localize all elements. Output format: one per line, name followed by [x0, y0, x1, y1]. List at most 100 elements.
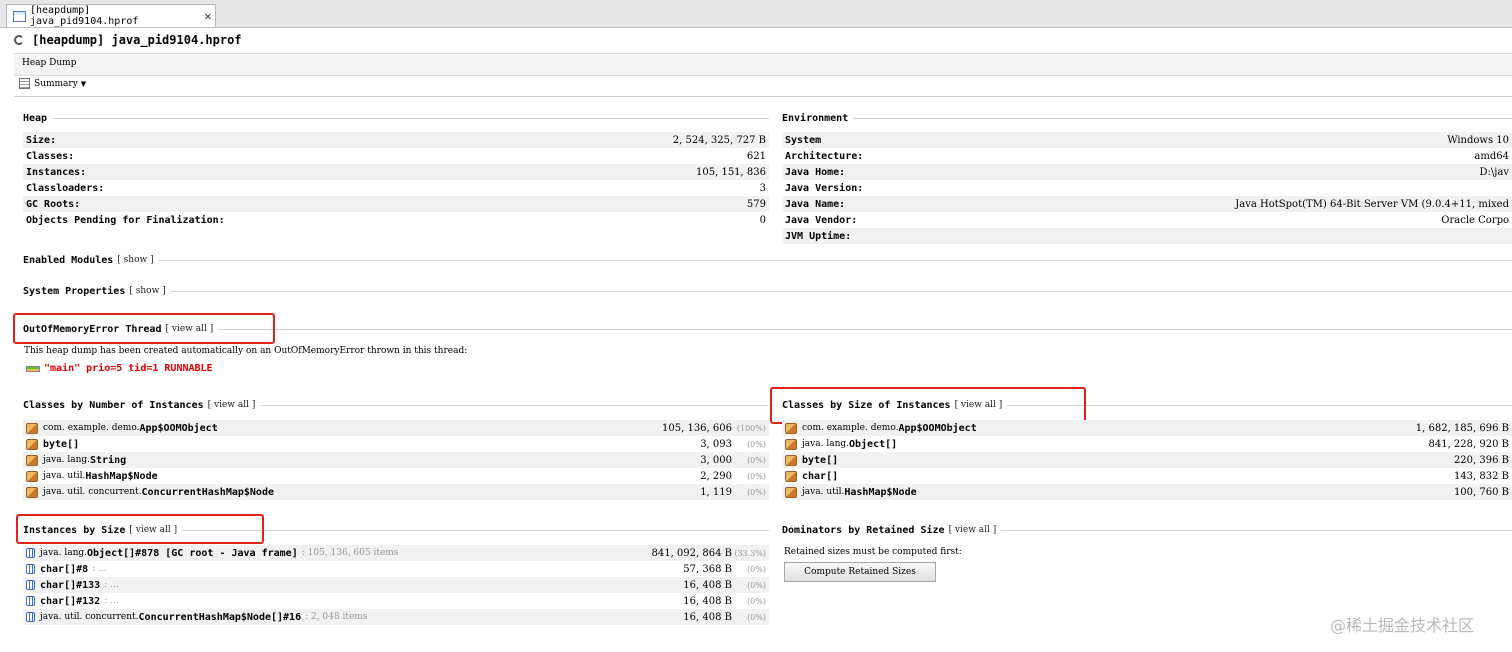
class-icon: [785, 470, 797, 482]
class-row[interactable]: char[] 143, 832 B: [782, 468, 1512, 484]
class-icon: [26, 438, 38, 450]
heap-key: Classes:: [26, 150, 75, 162]
class-name: Object[]: [849, 438, 898, 450]
heap-dump-toolbar: Heap Dump: [14, 53, 1512, 76]
instance-row[interactable]: java. util. concurrent. ConcurrentHashMa…: [23, 609, 769, 625]
instance-name: char[]#133: [40, 579, 101, 591]
class-row[interactable]: java. lang. Object[] 841, 228, 920 B: [782, 436, 1512, 452]
enabled-modules-show-link[interactable]: [ show ]: [117, 255, 153, 265]
class-name: App$OOMObject: [139, 422, 218, 434]
class-size: 220, 396 B: [1453, 454, 1509, 466]
env-value: Java HotSpot(TM) 64-Bit Server VM (9.0.4…: [1235, 198, 1509, 210]
classes-by-number-view-all-link[interactable]: [ view all ]: [208, 400, 256, 410]
environment-row: System Windows 10: [782, 132, 1512, 148]
instance-extra: : ...: [104, 580, 119, 590]
heap-section-header: Heap: [23, 111, 769, 125]
loading-spinner-icon: [14, 35, 24, 45]
array-icon: [26, 548, 35, 558]
env-key: Java Home:: [785, 166, 846, 178]
heapdump-tab-icon: [13, 10, 26, 22]
instance-name: char[]#8: [40, 563, 89, 575]
instance-extra: : ...: [92, 564, 107, 574]
heap-value: 2, 524, 325, 727 B: [672, 134, 766, 146]
instances-by-size-list: java. lang. Object[]#878 [GC root - Java…: [23, 545, 769, 625]
instance-row[interactable]: java. lang. Object[]#878 [GC root - Java…: [23, 545, 769, 561]
class-icon: [26, 486, 38, 498]
instance-row[interactable]: char[]#8: ... 57, 368 B (0%): [23, 561, 769, 577]
heap-key: GC Roots:: [26, 198, 81, 210]
class-size: 100, 760 B: [1453, 486, 1509, 498]
array-icon: [26, 612, 35, 622]
instance-percent: (0%): [747, 564, 766, 574]
heap-key: Instances:: [26, 166, 87, 178]
class-row[interactable]: java. util. HashMap$Node 2, 290 (0%): [23, 468, 769, 484]
heap-heading: Heap: [23, 112, 48, 124]
dominators-heading: Dominators by Retained Size: [782, 524, 945, 536]
class-package: com. example. demo.: [802, 423, 899, 433]
instance-package: java. util. concurrent.: [40, 612, 139, 622]
instance-percent: (0%): [747, 612, 766, 622]
instance-name: Object[]#878 [GC root - Java frame]: [87, 547, 298, 559]
class-row[interactable]: com. example. demo. App$OOMObject 105, 13…: [23, 420, 769, 436]
close-icon[interactable]: ✕: [201, 9, 215, 23]
array-icon: [26, 564, 35, 574]
instance-size: 16, 408 B: [683, 579, 732, 591]
instance-percent: (0%): [747, 580, 766, 590]
class-row[interactable]: java. util. HashMap$Node 100, 760 B: [782, 484, 1512, 500]
instance-row[interactable]: char[]#133: ... 16, 408 B (0%): [23, 577, 769, 593]
env-key: Java Name:: [785, 198, 846, 210]
classes-by-size-list: com. example. demo. App$OOMObject 1, 682,…: [782, 420, 1512, 500]
oom-thread-name: "main" prio=5 tid=1 RUNNABLE: [44, 363, 213, 374]
class-size: 143, 832 B: [1453, 470, 1509, 482]
view-toolbar: Summary ▼: [14, 74, 1512, 97]
class-row[interactable]: java. util. concurrent. ConcurrentHashMa…: [23, 484, 769, 500]
class-row[interactable]: com. example. demo. App$OOMObject 1, 682,…: [782, 420, 1512, 436]
system-properties-show-link[interactable]: [ show ]: [129, 286, 165, 296]
instance-percent: (0%): [747, 439, 766, 449]
env-key: System: [785, 134, 822, 146]
env-value: Windows 10: [1447, 134, 1509, 146]
environment-row: Java Name: Java HotSpot(TM) 64-Bit Server…: [782, 196, 1512, 212]
classes-by-number-list: com. example. demo. App$OOMObject 105, 13…: [23, 420, 769, 500]
oom-thread-link[interactable]: "main" prio=5 tid=1 RUNNABLE: [26, 363, 213, 374]
class-row[interactable]: byte[] 3, 093 (0%): [23, 436, 769, 452]
compute-retained-sizes-button[interactable]: Compute Retained Sizes: [784, 562, 936, 582]
class-row[interactable]: byte[] 220, 396 B: [782, 452, 1512, 468]
heap-value: 105, 151, 836: [696, 166, 766, 178]
heap-value: 0: [759, 214, 766, 226]
array-icon: [26, 580, 35, 590]
instance-percent: (0%): [747, 596, 766, 606]
summary-dropdown[interactable]: Summary ▼: [19, 78, 86, 89]
environment-section-header: Environment: [782, 111, 1512, 125]
class-icon: [785, 486, 797, 498]
instance-package: java. lang.: [40, 548, 87, 558]
instance-row[interactable]: char[]#132: ... 16, 408 B (0%): [23, 593, 769, 609]
system-properties-section: System Properties [ show ]: [23, 284, 1512, 298]
tab-label: [heapdump] java_pid9104.hprof: [30, 5, 139, 27]
heap-value: 621: [746, 150, 766, 162]
oom-thread-info: This heap dump has been created automati…: [24, 346, 468, 356]
class-package: java. util.: [802, 487, 845, 497]
tab-heapdump[interactable]: [heapdump] java_pid9104.hprof ✕: [6, 4, 216, 27]
class-row[interactable]: java. lang. String 3, 000 (0%): [23, 452, 769, 468]
heap-row: Size: 2, 524, 325, 727 B: [23, 132, 769, 148]
heap-row: Classloaders: 3: [23, 180, 769, 196]
heap-key: Objects Pending for Finalization:: [26, 214, 225, 226]
instance-count: 3, 093: [700, 438, 732, 450]
dominators-view-all-link[interactable]: [ view all ]: [949, 525, 997, 535]
system-properties-heading: System Properties: [23, 285, 126, 297]
class-name: App$OOMObject: [898, 422, 977, 434]
env-value: amd64: [1474, 150, 1509, 162]
env-key: Java Version:: [785, 182, 864, 194]
class-name: byte[]: [43, 438, 80, 450]
instance-extra: : 105, 136, 605 items: [301, 548, 399, 558]
class-icon: [785, 422, 797, 434]
class-package: java. lang.: [43, 455, 90, 465]
heap-key: Size:: [26, 134, 57, 146]
instance-percent: (0%): [747, 455, 766, 465]
environment-row: Architecture: amd64: [782, 148, 1512, 164]
env-value: D:\jav: [1479, 166, 1509, 178]
instance-size: 16, 408 B: [683, 595, 732, 607]
instance-count: 2, 290: [700, 470, 732, 482]
class-size: 1, 682, 185, 696 B: [1415, 422, 1509, 434]
